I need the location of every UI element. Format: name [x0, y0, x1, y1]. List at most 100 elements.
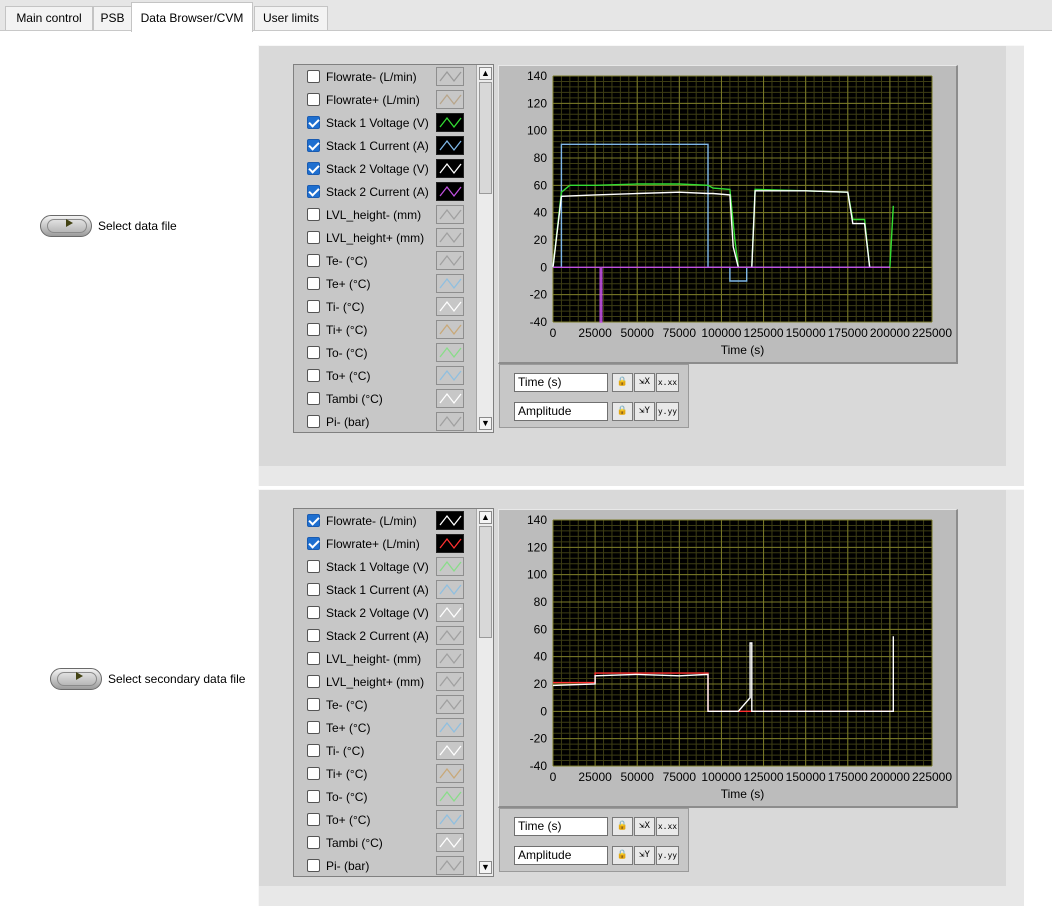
plot-visibility-checkbox[interactable]: [307, 323, 320, 336]
plot-style-swatch[interactable]: [436, 856, 464, 875]
plot-visibility-checkbox[interactable]: [307, 583, 320, 596]
plot-style-swatch[interactable]: [436, 626, 464, 645]
legend-item-label: LVL_height- (mm): [326, 651, 422, 666]
plot-style-swatch[interactable]: [436, 511, 464, 530]
lock-icon[interactable]: 🔒: [612, 402, 633, 421]
plot-style-swatch[interactable]: [436, 113, 464, 132]
plot-visibility-checkbox[interactable]: [307, 606, 320, 619]
waveform-graph-secondary[interactable]: 0 25000 50000 75000 100000 125000 150000 175000…: [498, 509, 958, 808]
lock-icon[interactable]: 🔒: [612, 817, 633, 836]
plot-style-swatch[interactable]: [436, 159, 464, 178]
lock-icon[interactable]: 🔒: [612, 373, 633, 392]
x-scale-name-field[interactable]: Time (s): [514, 373, 608, 392]
plot-visibility-checkbox[interactable]: [307, 813, 320, 826]
plot-style-swatch[interactable]: [436, 320, 464, 339]
plot-visibility-checkbox[interactable]: [307, 208, 320, 221]
plot-visibility-checkbox[interactable]: [307, 346, 320, 359]
legend-scrollbar[interactable]: ▲ ▼: [476, 509, 493, 876]
plot-visibility-checkbox[interactable]: [307, 93, 320, 106]
plot-style-swatch[interactable]: [436, 580, 464, 599]
plot-visibility-checkbox[interactable]: [307, 415, 320, 428]
plot-visibility-checkbox[interactable]: [307, 514, 320, 527]
plot-visibility-checkbox[interactable]: [307, 277, 320, 290]
tab-data-browser[interactable]: Data Browser/CVM: [131, 2, 253, 32]
plot-style-swatch[interactable]: [436, 228, 464, 247]
scroll-down-icon[interactable]: ▼: [479, 861, 492, 874]
select-data-file-button[interactable]: [40, 215, 92, 237]
plot-visibility-checkbox[interactable]: [307, 859, 320, 872]
tab-user-limits[interactable]: User limits: [254, 6, 328, 31]
y-scale-name-field[interactable]: Amplitude: [514, 846, 608, 865]
autoscale-y-icon[interactable]: ⇲Y: [634, 402, 655, 421]
plot-visibility-checkbox[interactable]: [307, 790, 320, 803]
plot-visibility-checkbox[interactable]: [307, 300, 320, 313]
plot-style-swatch[interactable]: [436, 672, 464, 691]
y-format-icon[interactable]: y.yy: [656, 402, 679, 421]
x-scale-name-field[interactable]: Time (s): [514, 817, 608, 836]
plot-style-swatch[interactable]: [436, 389, 464, 408]
plot-visibility-checkbox[interactable]: [307, 185, 320, 198]
plot-visibility-checkbox[interactable]: [307, 116, 320, 129]
plot-visibility-checkbox[interactable]: [307, 369, 320, 382]
plot-visibility-checkbox[interactable]: [307, 629, 320, 642]
play-arrow-icon: [66, 219, 73, 227]
plot-style-swatch[interactable]: [436, 136, 464, 155]
plot-style-swatch[interactable]: [436, 343, 464, 362]
plot-style-swatch[interactable]: [436, 251, 464, 270]
plot-style-swatch[interactable]: [436, 366, 464, 385]
plot-style-swatch[interactable]: [436, 557, 464, 576]
scroll-up-icon[interactable]: ▲: [479, 67, 492, 80]
plot-style-swatch[interactable]: [436, 534, 464, 553]
waveform-graph-primary[interactable]: 0 25000 50000 75000 100000 125000 150000 175000…: [498, 65, 958, 364]
tab-psb[interactable]: PSB: [93, 6, 132, 31]
plot-visibility-checkbox[interactable]: [307, 70, 320, 83]
plot-visibility-checkbox[interactable]: [307, 698, 320, 711]
scroll-thumb[interactable]: [479, 82, 492, 194]
legend-scrollbar[interactable]: ▲ ▼: [476, 65, 493, 432]
plot-visibility-checkbox[interactable]: [307, 231, 320, 244]
y-scale-name-field[interactable]: Amplitude: [514, 402, 608, 421]
plot-visibility-checkbox[interactable]: [307, 721, 320, 734]
plot-visibility-checkbox[interactable]: [307, 254, 320, 267]
plot-style-swatch[interactable]: [436, 90, 464, 109]
plot-visibility-checkbox[interactable]: [307, 162, 320, 175]
plot-visibility-checkbox[interactable]: [307, 675, 320, 688]
y-format-icon[interactable]: y.yy: [656, 846, 679, 865]
plot-style-swatch[interactable]: [436, 603, 464, 622]
plot-visibility-checkbox[interactable]: [307, 560, 320, 573]
scroll-thumb[interactable]: [479, 526, 492, 638]
scroll-up-icon[interactable]: ▲: [479, 511, 492, 524]
plot-visibility-checkbox[interactable]: [307, 537, 320, 550]
plot-style-swatch[interactable]: [436, 205, 464, 224]
x-format-icon[interactable]: x.xx: [656, 373, 679, 392]
plot-style-swatch[interactable]: [436, 67, 464, 86]
tab-main-control[interactable]: Main control: [5, 6, 93, 31]
select-secondary-data-file-button[interactable]: [50, 668, 102, 690]
plot-visibility-checkbox[interactable]: [307, 744, 320, 757]
plot-visibility-checkbox[interactable]: [307, 392, 320, 405]
legend-item-label: LVL_height- (mm): [326, 207, 422, 222]
plot-style-swatch[interactable]: [436, 695, 464, 714]
legend-item-label: Stack 1 Voltage (V): [326, 559, 429, 574]
plot-visibility-checkbox[interactable]: [307, 767, 320, 780]
plot-style-swatch[interactable]: [436, 764, 464, 783]
scroll-down-icon[interactable]: ▼: [479, 417, 492, 430]
autoscale-x-icon[interactable]: ⇲X: [634, 373, 655, 392]
plot-style-swatch[interactable]: [436, 297, 464, 316]
plot-style-swatch[interactable]: [436, 833, 464, 852]
x-format-icon[interactable]: x.xx: [656, 817, 679, 836]
plot-style-swatch[interactable]: [436, 649, 464, 668]
plot-visibility-checkbox[interactable]: [307, 139, 320, 152]
autoscale-y-icon[interactable]: ⇲Y: [634, 846, 655, 865]
plot-style-swatch[interactable]: [436, 718, 464, 737]
plot-visibility-checkbox[interactable]: [307, 652, 320, 665]
lock-icon[interactable]: 🔒: [612, 846, 633, 865]
plot-style-swatch[interactable]: [436, 810, 464, 829]
plot-style-swatch[interactable]: [436, 182, 464, 201]
plot-style-swatch[interactable]: [436, 741, 464, 760]
plot-style-swatch[interactable]: [436, 274, 464, 293]
plot-visibility-checkbox[interactable]: [307, 836, 320, 849]
plot-style-swatch[interactable]: [436, 787, 464, 806]
autoscale-x-icon[interactable]: ⇲X: [634, 817, 655, 836]
plot-style-swatch[interactable]: [436, 412, 464, 431]
